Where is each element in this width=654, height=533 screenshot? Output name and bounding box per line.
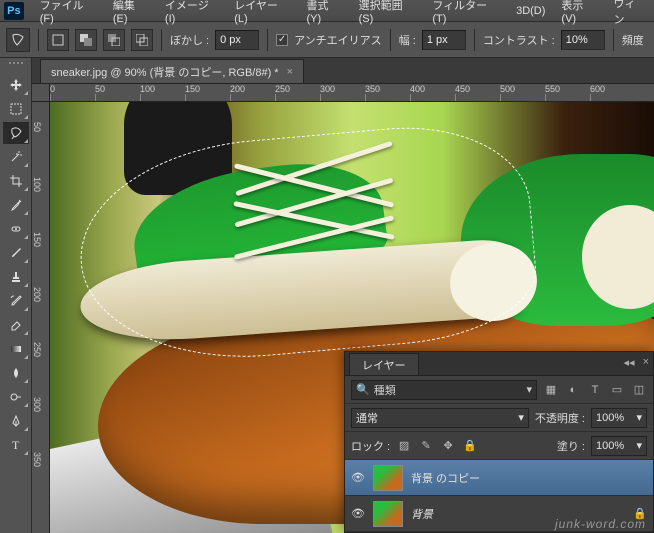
- toolbox: T: [0, 58, 32, 533]
- blend-mode-dropdown[interactable]: 通常 ▾: [351, 408, 529, 428]
- opacity-input[interactable]: 100% ▾: [591, 408, 647, 428]
- menu-type[interactable]: 書式(Y): [298, 0, 350, 25]
- active-tool-indicator[interactable]: [6, 28, 30, 52]
- intersect-selection-button[interactable]: [131, 29, 153, 51]
- layer-filter-value: 種類: [374, 382, 396, 398]
- eyedropper-tool[interactable]: [3, 194, 29, 216]
- ruler-origin[interactable]: [32, 84, 50, 102]
- document-tab-bar: sneaker.jpg @ 90% (背景 のコピー, RGB/8#) * ×: [0, 58, 654, 84]
- type-tool[interactable]: T: [3, 434, 29, 456]
- vertical-ruler[interactable]: 50100150200250300350: [32, 102, 50, 533]
- filter-shape-icon[interactable]: ▭: [609, 382, 625, 398]
- brush-tool[interactable]: [3, 242, 29, 264]
- lock-pixels-icon[interactable]: ✎: [418, 438, 434, 454]
- menu-filter[interactable]: フィルター(T): [424, 0, 508, 25]
- horizontal-ruler[interactable]: 050100150200250300350400450500550600: [50, 84, 654, 102]
- menu-select[interactable]: 選択範囲(S): [351, 0, 425, 25]
- stamp-tool[interactable]: [3, 266, 29, 288]
- visibility-toggle-icon[interactable]: 👁: [351, 507, 365, 520]
- lock-all-icon[interactable]: 🔒: [462, 438, 478, 454]
- dropdown-arrow-icon: ▾: [636, 411, 642, 424]
- layer-thumbnail[interactable]: [373, 465, 403, 491]
- options-bar: ぼかし : 0 px ✓ アンチエイリアス 幅 : 1 px コントラスト : …: [0, 22, 654, 58]
- visibility-toggle-icon[interactable]: 👁: [351, 471, 365, 484]
- document-tab-title: sneaker.jpg @ 90% (背景 のコピー, RGB/8#) *: [51, 64, 279, 80]
- lock-position-icon[interactable]: ✥: [440, 438, 456, 454]
- menu-window[interactable]: ウィン: [606, 0, 654, 27]
- fill-label: 塗り :: [557, 438, 585, 454]
- filter-type-icon[interactable]: T: [587, 382, 603, 398]
- document-tab[interactable]: sneaker.jpg @ 90% (背景 のコピー, RGB/8#) * ×: [40, 59, 304, 83]
- layer-thumbnail[interactable]: [373, 501, 403, 527]
- healing-tool[interactable]: [3, 218, 29, 240]
- layer-row[interactable]: 👁 背景 のコピー: [345, 460, 653, 496]
- eraser-tool[interactable]: [3, 314, 29, 336]
- contrast-input[interactable]: 10%: [561, 30, 605, 50]
- filter-adjust-icon[interactable]: ◐: [565, 382, 581, 398]
- new-selection-button[interactable]: [47, 29, 69, 51]
- search-icon: 🔍: [356, 383, 370, 396]
- filter-pixel-icon[interactable]: ▦: [543, 382, 559, 398]
- dodge-tool[interactable]: [3, 386, 29, 408]
- magic-wand-tool[interactable]: [3, 146, 29, 168]
- pen-tool[interactable]: [3, 410, 29, 432]
- menu-file[interactable]: ファイル(F): [32, 0, 105, 25]
- menu-3d[interactable]: 3D(D): [508, 5, 553, 17]
- contrast-label: コントラスト :: [483, 32, 555, 48]
- layer-name[interactable]: 背景 のコピー: [411, 470, 480, 486]
- blur-label: ぼかし :: [170, 32, 209, 48]
- width-label: 幅 :: [399, 32, 416, 48]
- fill-input[interactable]: 100% ▾: [591, 436, 647, 456]
- menu-bar: Ps ファイル(F) 編集(E) イメージ(I) レイヤー(L) 書式(Y) 選…: [0, 0, 654, 22]
- width-input[interactable]: 1 px: [422, 30, 466, 50]
- layer-name[interactable]: 背景: [411, 506, 433, 522]
- subtract-selection-button[interactable]: [103, 29, 125, 51]
- close-panel-icon[interactable]: ×: [643, 356, 649, 369]
- lasso-tool[interactable]: [3, 122, 29, 144]
- svg-text:T: T: [12, 438, 20, 452]
- gradient-tool[interactable]: [3, 338, 29, 360]
- opacity-value: 100%: [596, 412, 624, 424]
- marquee-tool[interactable]: [3, 98, 29, 120]
- antialias-label: アンチエイリアス: [294, 32, 382, 48]
- blur-tool[interactable]: [3, 362, 29, 384]
- close-tab-button[interactable]: ×: [287, 66, 293, 78]
- collapse-panel-icon[interactable]: ◂◂: [624, 356, 635, 369]
- fill-value: 100%: [596, 440, 624, 452]
- watermark: junk-word.com: [555, 517, 646, 531]
- dropdown-arrow-icon: ▾: [526, 383, 532, 396]
- panel-tab-bar: レイヤー ◂◂ ×: [345, 352, 653, 376]
- crop-tool[interactable]: [3, 170, 29, 192]
- frequency-label: 頻度: [622, 32, 644, 48]
- app-logo: Ps: [4, 2, 24, 20]
- menu-edit[interactable]: 編集(E): [105, 0, 157, 25]
- layer-filter-dropdown[interactable]: 🔍 種類 ▾: [351, 380, 537, 400]
- dropdown-arrow-icon: ▾: [518, 411, 524, 424]
- menu-layer[interactable]: レイヤー(L): [226, 0, 298, 25]
- blur-input[interactable]: 0 px: [215, 30, 259, 50]
- layers-panel: レイヤー ◂◂ × 🔍 種類 ▾ ▦ ◐ T ▭ ◫ 通常 ▾ 不透明度 : 1…: [344, 351, 654, 533]
- opacity-label: 不透明度 :: [535, 410, 585, 426]
- toolbox-grip[interactable]: [3, 62, 29, 70]
- menu-image[interactable]: イメージ(I): [157, 0, 226, 25]
- antialias-checkbox[interactable]: ✓: [276, 34, 288, 46]
- menu-view[interactable]: 表示(V): [553, 0, 605, 25]
- lock-label: ロック :: [351, 438, 390, 454]
- dropdown-arrow-icon: ▾: [636, 439, 642, 452]
- blend-mode-value: 通常: [356, 410, 378, 426]
- move-tool[interactable]: [3, 74, 29, 96]
- add-selection-button[interactable]: [75, 29, 97, 51]
- layers-tab[interactable]: レイヤー: [349, 353, 419, 375]
- lock-transparency-icon[interactable]: ▨: [396, 438, 412, 454]
- history-brush-tool[interactable]: [3, 290, 29, 312]
- filter-smart-icon[interactable]: ◫: [631, 382, 647, 398]
